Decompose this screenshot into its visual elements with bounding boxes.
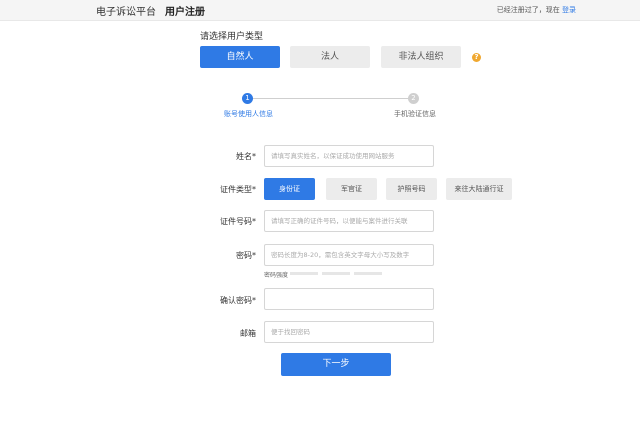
password-strength-label: 密码强度	[264, 272, 289, 279]
user-type-legal-person[interactable]: 法人	[290, 46, 370, 68]
id-type-mainland-pass[interactable]: 来往大陆通行证	[446, 178, 512, 200]
password-strength-bar	[322, 272, 350, 275]
password-strength-bar	[290, 272, 318, 275]
step-1-dot: 1	[242, 93, 253, 104]
id-number-input[interactable]	[264, 210, 434, 232]
next-step-button[interactable]: 下一步	[281, 353, 391, 376]
name-label: 姓名*	[236, 152, 256, 161]
confirm-password-label: 确认密码*	[220, 296, 256, 305]
email-label: 邮箱	[240, 329, 256, 338]
question-icon[interactable]: ?	[472, 53, 481, 62]
step-2-label: 手机验证信息	[394, 110, 436, 118]
name-input[interactable]	[264, 145, 434, 167]
confirm-password-input[interactable]	[264, 288, 434, 310]
password-input[interactable]	[264, 244, 434, 266]
top-header: 电子诉讼平台 用户注册 已经注册过了，现在 登录	[0, 0, 640, 21]
login-hint-text: 已经注册过了，现在	[496, 6, 560, 14]
id-type-officer-card[interactable]: 军官证	[326, 178, 377, 200]
step-1-label: 账号使用人信息	[224, 110, 273, 118]
id-number-label: 证件号码*	[220, 217, 256, 226]
email-input[interactable]	[264, 321, 434, 343]
password-strength-bar	[354, 272, 382, 275]
step-progress-line	[248, 98, 413, 99]
page-title: 用户注册	[165, 7, 205, 18]
login-hint: 已经注册过了，现在 登录	[497, 5, 576, 15]
id-type-passport[interactable]: 护照号码	[386, 178, 437, 200]
login-link[interactable]: 登录	[562, 6, 576, 14]
id-type-id-card[interactable]: 身份证	[264, 178, 315, 200]
user-type-unincorporated-org[interactable]: 非法人组织	[381, 46, 461, 68]
user-type-natural-person[interactable]: 自然人	[200, 46, 280, 68]
user-type-label: 请选择用户类型	[200, 32, 264, 42]
id-type-label: 证件类型*	[220, 185, 256, 194]
password-label: 密码*	[236, 251, 256, 260]
step-2-dot: 2	[408, 93, 419, 104]
platform-brand: 电子诉讼平台	[96, 7, 156, 18]
